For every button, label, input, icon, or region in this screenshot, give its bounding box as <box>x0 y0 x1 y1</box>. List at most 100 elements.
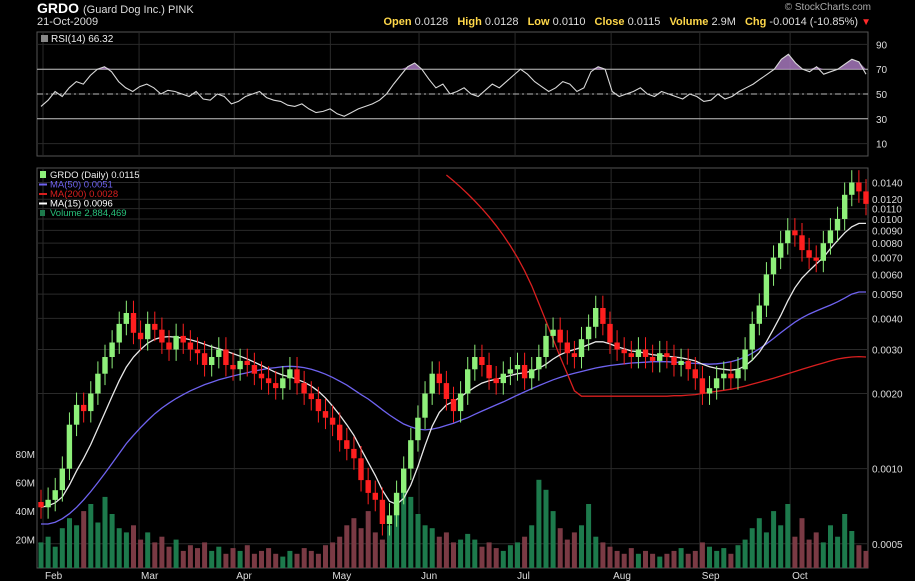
price-y-tick-label: 0.0005 <box>872 540 903 551</box>
candle-body <box>763 274 770 306</box>
volume-bar <box>88 504 94 568</box>
volume-bar <box>123 532 129 568</box>
volume-bar <box>763 532 769 568</box>
volume-bar <box>408 496 414 568</box>
volume-bar <box>465 533 471 568</box>
candle-body <box>649 357 656 361</box>
volume-bar <box>557 528 563 568</box>
candle-body <box>749 323 755 350</box>
volume-bar <box>486 542 492 568</box>
candle-body <box>842 194 848 219</box>
volume-bar <box>607 546 613 568</box>
candle-body <box>493 378 499 384</box>
candle-body <box>813 257 819 261</box>
candle-body <box>600 308 606 324</box>
volume-bar <box>785 504 791 568</box>
candle-body <box>756 305 762 324</box>
volume-bar <box>344 525 350 568</box>
volume-bar <box>159 536 165 568</box>
candle-body <box>593 308 599 327</box>
candle-body <box>88 393 94 412</box>
volume-bar <box>835 536 841 568</box>
candle-body <box>166 342 172 350</box>
candle-body <box>173 335 179 350</box>
volume-bar <box>38 542 44 568</box>
price-y-tick-label: 0.0010 <box>872 465 903 476</box>
volume-bar <box>614 550 620 568</box>
candle-body <box>230 365 236 370</box>
candle-body <box>642 349 649 357</box>
candle-body <box>123 313 129 324</box>
volume-bar <box>564 539 570 568</box>
candle-body <box>450 399 457 412</box>
volume-bar <box>671 550 677 568</box>
candle-body <box>216 349 222 357</box>
candle-body <box>507 369 514 374</box>
volume-bar <box>458 539 464 568</box>
candle-body <box>735 369 741 379</box>
volume-bar <box>735 545 741 568</box>
candle-body <box>614 342 620 350</box>
candle-body <box>770 257 777 275</box>
rsi-y-tick-label: 50 <box>876 90 888 101</box>
candle-body <box>137 332 144 340</box>
volume-bar <box>792 536 798 568</box>
candle-body <box>223 349 229 365</box>
candle-body <box>486 365 492 379</box>
candle-body <box>792 230 798 236</box>
candle-body <box>699 378 706 394</box>
price-y-tick-label: 0.0020 <box>872 389 903 400</box>
volume-bar <box>749 528 755 568</box>
volume-bar <box>67 518 72 568</box>
volume-bar <box>443 532 449 568</box>
candle-body <box>664 353 670 357</box>
candle-body <box>152 323 158 330</box>
candle-body <box>628 353 634 357</box>
candle-body <box>436 373 442 384</box>
candle-body <box>849 182 855 195</box>
stock-chart: Feb Mar Apr May Jun Jul Aug Sep Oct 90 70 50 30 10 RSI… <box>16 31 903 581</box>
candle-body <box>500 373 506 384</box>
volume-bar <box>259 550 264 568</box>
rsi-y-tick-label: 10 <box>876 140 888 151</box>
volume-bar <box>586 504 592 568</box>
volume-bar <box>842 514 848 568</box>
volume-bar <box>628 548 634 568</box>
candle-body <box>201 353 208 365</box>
candle-body <box>799 235 805 251</box>
candle-body <box>721 373 727 379</box>
candle-body <box>713 378 720 389</box>
candle-body <box>671 357 677 365</box>
candle-body <box>237 360 243 370</box>
volume-bar <box>522 536 528 568</box>
candle-body <box>287 369 293 379</box>
price-legend-icon <box>40 171 46 178</box>
volume-bar <box>301 548 307 568</box>
volume-bar <box>707 546 712 568</box>
candle-body <box>856 182 862 192</box>
candle-body <box>678 360 684 365</box>
candle-body <box>550 329 556 336</box>
volume-bar <box>820 542 826 568</box>
candle-body <box>827 230 834 244</box>
candle-body <box>59 468 65 491</box>
volume-bar <box>59 528 65 568</box>
volume-bar <box>742 539 748 568</box>
volume-bar <box>152 542 158 568</box>
volume-bar <box>315 553 321 568</box>
candle-body <box>529 369 535 379</box>
volume-bar <box>145 532 151 568</box>
volume-bar <box>351 518 357 568</box>
volume-bar <box>643 550 648 568</box>
candle-body <box>52 490 58 500</box>
volume-bar <box>358 528 364 568</box>
volume-bar <box>650 553 656 568</box>
candle-body <box>543 335 549 357</box>
price-y-tick-label: 0.0040 <box>872 314 903 325</box>
volume-bar <box>692 550 698 568</box>
candle-body <box>329 417 336 425</box>
volume-bar <box>657 556 663 568</box>
volume-bar <box>379 539 385 568</box>
volume-bar <box>187 545 193 568</box>
candle-body <box>130 313 137 333</box>
